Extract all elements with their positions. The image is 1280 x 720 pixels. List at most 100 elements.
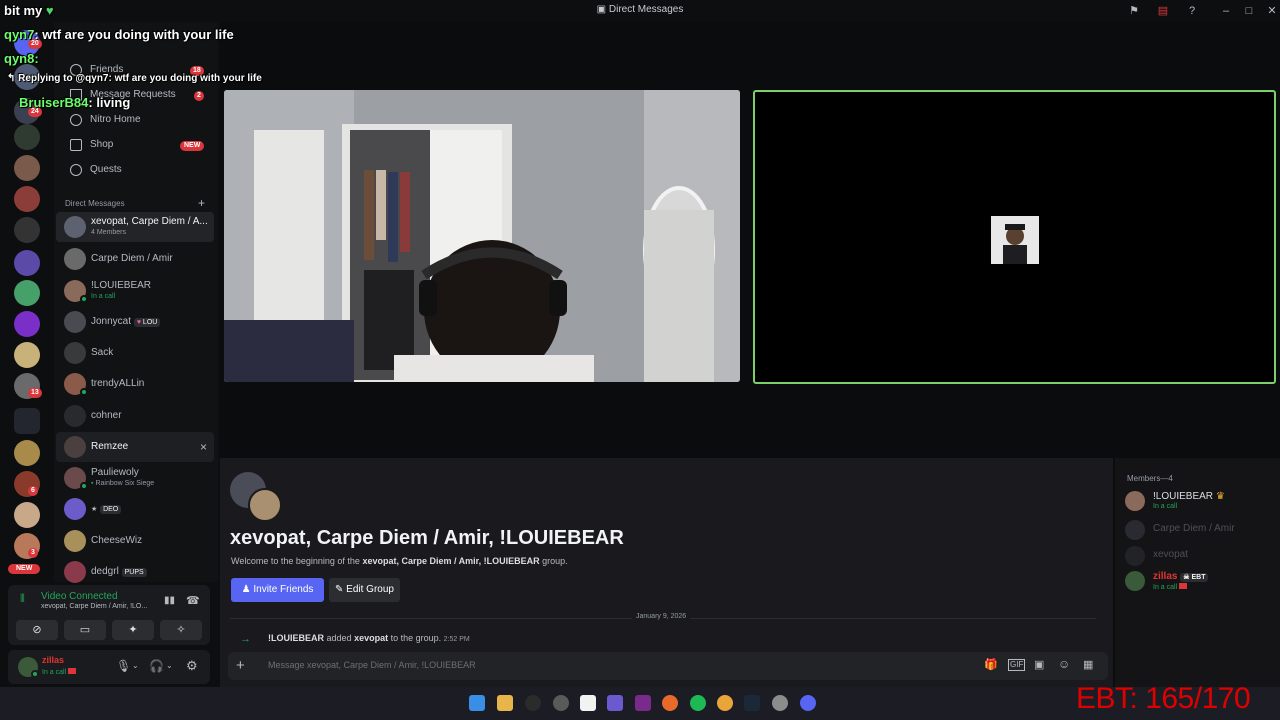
avatar bbox=[64, 405, 86, 427]
server-icon[interactable] bbox=[14, 502, 40, 528]
settings-gear-icon[interactable]: ⚙ bbox=[186, 658, 198, 674]
nav-quests[interactable]: Quests bbox=[62, 158, 210, 182]
chat-area: xevopat, Carpe Diem / Amir, !LOUIEBEAR W… bbox=[220, 458, 1113, 687]
chevron-down-icon[interactable]: ⌄ bbox=[166, 661, 173, 670]
help-icon[interactable]: ? bbox=[1184, 3, 1200, 19]
edit-group-button[interactable]: ✎ Edit Group bbox=[329, 578, 400, 602]
system-message: !LOUIEBEAR added xevopat to the group. 2… bbox=[268, 633, 470, 643]
spotify-icon[interactable] bbox=[690, 695, 706, 711]
avatar bbox=[64, 248, 86, 270]
dm-item-cohner[interactable]: cohner bbox=[56, 401, 214, 431]
disconnect-icon[interactable]: ☎ bbox=[186, 594, 200, 607]
file-explorer-icon[interactable] bbox=[497, 695, 513, 711]
soundboard-button[interactable]: ✧ bbox=[160, 620, 202, 640]
close-icon[interactable]: ✕ bbox=[1264, 3, 1280, 19]
flag-icon[interactable]: ⚑ bbox=[1126, 3, 1142, 19]
video-tile-speaking[interactable] bbox=[753, 90, 1276, 384]
noise-suppression-icon[interactable]: ▮▮ bbox=[164, 595, 175, 606]
dm-item-group[interactable]: xevopat, Carpe Diem / A... 4 Members bbox=[56, 212, 214, 242]
nav-nitro-home[interactable]: Nitro Home bbox=[62, 108, 210, 132]
member-item[interactable]: Carpe Diem / Amir bbox=[1125, 518, 1275, 544]
dm-item-carpe-diem[interactable]: Carpe Diem / Amir bbox=[56, 244, 214, 274]
flag-emoji-icon bbox=[68, 668, 77, 674]
maximize-icon[interactable]: □ bbox=[1241, 3, 1257, 19]
discord-icon[interactable] bbox=[800, 695, 816, 711]
avatar bbox=[1125, 520, 1145, 540]
nav-shop[interactable]: Shop NEW bbox=[62, 133, 210, 157]
app-icon[interactable] bbox=[553, 695, 569, 711]
activities-button[interactable]: ✦ bbox=[112, 620, 154, 640]
flag-emoji-icon bbox=[1179, 583, 1188, 589]
requests-badge: 2 bbox=[194, 91, 204, 101]
server-icon[interactable] bbox=[14, 280, 40, 306]
browser-icon[interactable] bbox=[662, 695, 678, 711]
gift-icon[interactable]: 🎁 bbox=[984, 658, 998, 671]
server-icon[interactable] bbox=[14, 124, 40, 150]
member-item[interactable]: xevopat bbox=[1125, 544, 1275, 570]
steam-icon[interactable] bbox=[744, 695, 760, 711]
dm-item-cheesewiz[interactable]: CheeseWiz bbox=[56, 526, 214, 556]
app-icon[interactable] bbox=[525, 695, 541, 711]
server-icon[interactable] bbox=[14, 440, 40, 466]
attach-plus-icon[interactable]: + bbox=[236, 657, 245, 674]
user-status: In a call bbox=[42, 668, 77, 676]
dm-item-pauliewoly[interactable]: Pauliewoly ▪ Rainbow Six Siege bbox=[56, 463, 214, 493]
online-status bbox=[80, 482, 88, 490]
dm-item-trendyallin[interactable]: trendyALLin bbox=[56, 369, 214, 399]
dm-icon: ▣ bbox=[596, 4, 609, 15]
sticker-icon[interactable]: ▣ bbox=[1034, 658, 1044, 671]
add-dm-button[interactable]: + bbox=[198, 196, 205, 210]
join-arrow-icon: → bbox=[240, 633, 251, 645]
invite-friends-button[interactable]: ♟ Invite Friends bbox=[231, 578, 324, 602]
avatar bbox=[64, 530, 86, 552]
settings-icon[interactable] bbox=[772, 695, 788, 711]
dm-item-sack[interactable]: Sack bbox=[56, 338, 214, 368]
online-status bbox=[31, 670, 39, 678]
chevron-down-icon[interactable]: ⌄ bbox=[132, 661, 139, 670]
member-item[interactable]: !LOUIEBEAR ♛ In a call bbox=[1125, 489, 1275, 515]
close-dm-button[interactable]: × bbox=[200, 440, 207, 454]
nitro-icon bbox=[70, 114, 82, 126]
minimize-icon[interactable]: – bbox=[1218, 3, 1234, 19]
username: zillas bbox=[42, 655, 65, 665]
dm-item-dedgrl[interactable]: dedgrl PUPS bbox=[56, 557, 214, 587]
screen-share-button[interactable]: ▭ bbox=[64, 620, 106, 640]
app-icon[interactable] bbox=[635, 695, 651, 711]
apps-icon[interactable]: ▦ bbox=[1083, 658, 1093, 671]
inbox-icon[interactable]: ▤ bbox=[1155, 3, 1171, 19]
message-input[interactable]: Message xevopat, Carpe Diem / Amir, !LOU… bbox=[268, 660, 476, 670]
group-avatar bbox=[64, 216, 86, 238]
dm-item-star[interactable]: ★ DEO bbox=[56, 494, 214, 524]
signal-icon[interactable]: ⦀ bbox=[20, 593, 34, 607]
online-status bbox=[80, 388, 88, 396]
camera-off-button[interactable]: ⊘ bbox=[16, 620, 58, 640]
headphones-icon[interactable]: 🎧 bbox=[149, 659, 164, 673]
video-tile-camera[interactable] bbox=[224, 90, 740, 382]
reply-icon: ↰ bbox=[7, 73, 19, 84]
chat-overlay-line: qyn7: wtf are you doing with your life bbox=[4, 27, 234, 42]
member-item[interactable]: zillas ☠ EBT In a call bbox=[1125, 569, 1275, 595]
title-bar: ▣ Direct Messages ⚑ ▤ ? – □ ✕ bbox=[0, 0, 1280, 22]
server-icon[interactable] bbox=[14, 250, 40, 276]
microphone-icon[interactable]: 🎙 bbox=[116, 659, 131, 673]
start-windows-icon[interactable] bbox=[469, 695, 485, 711]
emoji-icon[interactable]: ☺ bbox=[1058, 657, 1070, 671]
chrome-icon[interactable] bbox=[717, 695, 733, 711]
gif-icon[interactable]: GIF bbox=[1008, 659, 1026, 671]
dm-item-louiebear[interactable]: !LOUIEBEAR In a call bbox=[56, 276, 214, 306]
server-icon[interactable] bbox=[14, 217, 40, 243]
avatar bbox=[1125, 546, 1145, 566]
app-icon[interactable] bbox=[607, 695, 623, 711]
dm-item-jonnycat[interactable]: Jonnycat ♥ LOU bbox=[56, 307, 214, 337]
app-icon[interactable] bbox=[580, 695, 596, 711]
avatar bbox=[1125, 571, 1145, 591]
dm-item-remzee[interactable]: Remzee × bbox=[56, 432, 214, 462]
server-icon[interactable] bbox=[14, 155, 40, 181]
streamer-label: bit my ♥ bbox=[4, 3, 54, 18]
server-icon[interactable] bbox=[14, 186, 40, 212]
server-icon[interactable] bbox=[14, 342, 40, 368]
user-panel: zillas In a call 🎙 ⌄ 🎧 ⌄ ⚙ bbox=[8, 650, 210, 684]
server-icon[interactable] bbox=[14, 311, 40, 337]
clan-tag: DEO bbox=[100, 505, 122, 514]
folder-icon[interactable] bbox=[14, 408, 40, 434]
